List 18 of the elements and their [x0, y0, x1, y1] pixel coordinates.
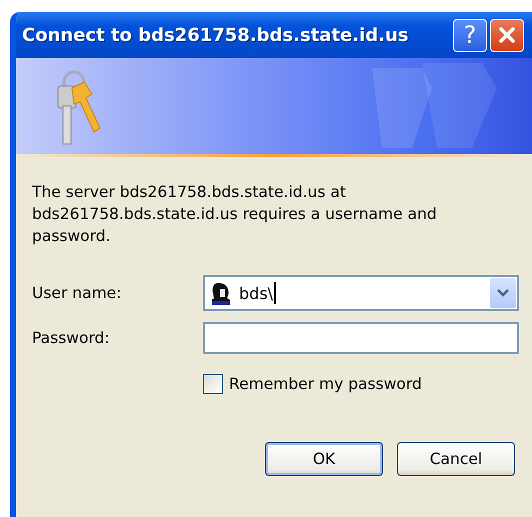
username-combobox[interactable]: bds\ — [203, 275, 519, 311]
dialog-button[interactable]: OK — [265, 442, 383, 476]
close-icon — [498, 26, 516, 44]
password-field[interactable] — [203, 322, 519, 354]
chevron-down-icon — [497, 289, 509, 297]
text-cursor — [274, 282, 276, 304]
dialog-button[interactable]: Cancel — [397, 442, 515, 476]
checkbox[interactable] — [203, 374, 223, 394]
field-value: bds\ — [239, 284, 274, 302]
close-button[interactable] — [490, 18, 524, 52]
user-icon — [211, 281, 233, 305]
field-label: Password: — [32, 329, 111, 347]
field-label: User name: — [32, 284, 122, 302]
dropdown-button[interactable] — [490, 278, 516, 308]
window-title: Connect to bds261758.bds.state.id.us — [22, 24, 410, 46]
checkbox-label: Remember my password — [229, 375, 422, 393]
message-text: The server bds261758.bds.state.id.us at bds261758.bds.state.id.us requires a username and password. — [32, 182, 438, 247]
help-button[interactable]: ? — [453, 18, 487, 52]
